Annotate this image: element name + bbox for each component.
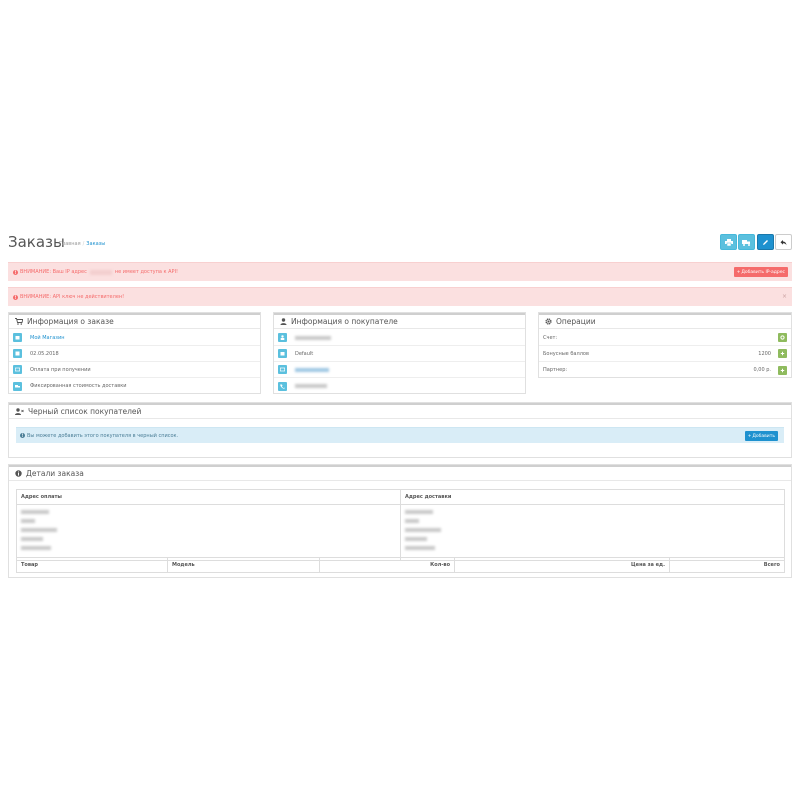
info-circle-icon — [15, 470, 22, 477]
shipping-address-cell — [400, 504, 785, 561]
reward-value: 1200 — [758, 350, 771, 357]
shopping-cart-icon — [15, 318, 23, 325]
add-to-blacklist-button[interactable]: + Добавить — [744, 431, 778, 441]
envelope-icon — [278, 365, 287, 374]
breadcrumb-home[interactable]: Главная — [59, 241, 81, 247]
add-commission-button[interactable] — [778, 365, 787, 375]
close-alert-button[interactable]: × — [782, 293, 787, 300]
add-ip-button[interactable]: + Добавить IP-адрес — [733, 267, 788, 277]
order-info-header: Информация о заказе — [9, 313, 260, 329]
products-table: Товар Модель Кол-во Цена за ед. Всего — [16, 557, 785, 573]
page-title: Заказы — [8, 233, 65, 251]
shipping-address-header: Адрес доставки — [400, 489, 785, 505]
ip-address-redacted — [89, 269, 112, 275]
affiliate-value: 0,00 р. — [753, 367, 772, 373]
blacklist-panel: Черный список покупателей ! Вы можете до… — [8, 402, 792, 458]
plus-circle-icon — [780, 368, 785, 372]
blacklist-header: Черный список покупателей — [9, 403, 791, 419]
column-product: Товар — [16, 557, 168, 573]
gear-icon — [545, 318, 552, 325]
print-invoice-button[interactable] — [720, 234, 737, 250]
reward-row: Бонусные баллов 1200 — [539, 346, 791, 362]
redacted-line — [405, 510, 433, 514]
customer-phone-redacted — [295, 384, 327, 388]
affiliate-row: Партнер: 0,00 р. — [539, 362, 791, 378]
plus-circle-icon — [780, 351, 785, 356]
redacted-line — [21, 519, 35, 523]
cog-icon — [780, 335, 785, 340]
truck-icon — [13, 381, 22, 391]
print-shipping-button[interactable] — [738, 234, 755, 250]
plus-icon: + — [736, 269, 741, 275]
print-icon — [724, 238, 733, 246]
order-details-panel: Детали заказа Адрес оплаты Адрес доставк… — [8, 464, 792, 578]
redacted-line — [21, 510, 49, 514]
truck-icon — [742, 239, 750, 246]
ip-warning-alert: ! ВНИМАНИЕ: Ваш IP адрес не имеет доступ… — [8, 262, 792, 281]
user-icon — [280, 318, 287, 325]
column-unit-price: Цена за ед. — [454, 557, 670, 573]
address-table: Адрес оплаты Адрес доставки — [16, 489, 785, 561]
breadcrumb: Главная / Заказы — [59, 241, 106, 247]
customer-phone-row — [274, 378, 525, 394]
customer-name-row — [274, 330, 525, 346]
customer-info-header: Информация о покупателе — [274, 313, 525, 329]
column-model: Модель — [167, 557, 320, 573]
calendar-icon — [13, 349, 22, 358]
customer-email-row — [274, 362, 525, 378]
customer-info-panel: Информация о покупателе Default — [273, 312, 526, 394]
generate-invoice-button[interactable] — [778, 333, 787, 342]
operations-panel: Операции Счет: Бонусные баллов 1200 Парт… — [538, 312, 792, 378]
exclamation-circle-icon: ! — [20, 433, 25, 438]
api-key-alert: ! ВНИМАНИЕ: API ключ не действителен! × — [8, 287, 792, 306]
blacklist-info: ! Вы можете добавить этого покупателя в … — [16, 427, 784, 443]
order-shipping-row: Фиксированная стоимость доставки — [9, 378, 260, 394]
redacted-line — [21, 537, 43, 541]
redacted-line — [405, 528, 441, 532]
payment-address-cell — [16, 504, 401, 561]
redacted-line — [21, 528, 57, 532]
redacted-line — [21, 546, 51, 550]
redacted-line — [405, 537, 427, 541]
payment-address-header: Адрес оплаты — [16, 489, 401, 505]
order-info-panel: Информация о заказе Мой Магазин 02.05.20… — [8, 312, 261, 394]
order-date-row: 02.05.2018 — [9, 346, 260, 362]
customer-group-row: Default — [274, 346, 525, 362]
credit-card-icon — [13, 365, 22, 374]
invoice-row: Счет: — [539, 330, 791, 346]
store-icon[interactable] — [13, 333, 22, 342]
user-times-icon — [15, 408, 24, 415]
user-icon — [278, 333, 287, 342]
order-details-header: Детали заказа — [9, 465, 791, 481]
reply-icon — [780, 239, 787, 245]
customer-name-redacted — [295, 335, 331, 340]
order-payment-row: Оплата при получении — [9, 362, 260, 378]
customer-email-redacted[interactable] — [295, 367, 329, 372]
column-quantity: Кол-во — [319, 557, 455, 573]
back-button[interactable] — [775, 234, 792, 250]
redacted-line — [405, 519, 419, 523]
plus-icon: + — [747, 433, 752, 439]
redacted-line — [405, 546, 435, 550]
group-icon — [278, 349, 287, 358]
breadcrumb-current[interactable]: Заказы — [86, 241, 105, 247]
column-total: Всего — [669, 557, 785, 573]
phone-icon — [278, 381, 287, 391]
exclamation-circle-icon: ! — [13, 269, 18, 275]
pencil-icon — [763, 239, 768, 245]
add-reward-button[interactable] — [778, 349, 787, 358]
order-store-row: Мой Магазин — [9, 330, 260, 346]
edit-order-button[interactable] — [757, 234, 774, 250]
operations-header: Операции — [539, 313, 791, 329]
exclamation-circle-icon: ! — [13, 294, 18, 300]
store-link[interactable]: Мой Магазин — [30, 335, 64, 341]
